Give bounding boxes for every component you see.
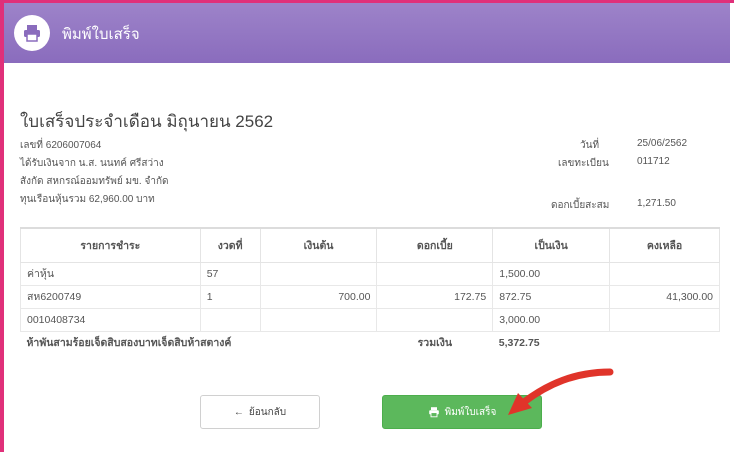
receipt-title: ใบเสร็จประจำเดือน มิถุนายน 2562 bbox=[20, 112, 274, 131]
total-shares: ทุนเรือนหุ้นรวม 62,960.00 บาท bbox=[20, 194, 155, 205]
member-number-value: 011712 bbox=[637, 156, 670, 167]
table-cell bbox=[376, 261, 494, 286]
total-label: รวมเงิน bbox=[376, 330, 493, 354]
table-cell bbox=[259, 307, 378, 332]
table-cell: 57 bbox=[199, 261, 261, 286]
member-number-label: เลขทะเบียน bbox=[558, 158, 609, 169]
arrow-left-icon: ← bbox=[233, 406, 244, 418]
date-label: วันที่ bbox=[580, 140, 600, 151]
table-cell: 1 bbox=[199, 284, 261, 309]
back-button[interactable]: ← ย้อนกลับ bbox=[200, 395, 320, 429]
table-cell: 1,500.00 bbox=[492, 261, 611, 286]
page-title: พิมพ์ใบเสร็จ bbox=[62, 25, 140, 43]
printer-icon bbox=[428, 407, 439, 418]
column-header: คงเหลือ bbox=[609, 227, 720, 263]
table-row: 0010408734 3,000.00 bbox=[20, 307, 720, 332]
table-cell: 872.75 bbox=[492, 284, 611, 309]
table-header-row: รายการชำระ งวดที่ เงินต้น ดอกเบี้ย เป็นเ… bbox=[20, 227, 720, 263]
back-button-label: ย้อนกลับ bbox=[248, 406, 287, 418]
column-header: ดอกเบี้ย bbox=[376, 227, 494, 263]
table-cell bbox=[609, 330, 720, 354]
table-cell bbox=[259, 261, 378, 286]
page-header: พิมพ์ใบเสร็จ bbox=[4, 3, 730, 63]
table-row: สห6200749 1 700.00 172.75 872.75 41,300.… bbox=[20, 284, 720, 309]
table-cell bbox=[376, 307, 494, 332]
table-cell bbox=[609, 307, 720, 332]
column-header: เงินต้น bbox=[259, 227, 378, 263]
column-header: งวดที่ bbox=[199, 227, 261, 263]
table-cell: 3,000.00 bbox=[492, 307, 611, 332]
table-cell: สห6200749 bbox=[20, 284, 201, 309]
accumulated-interest-value: 1,271.50 bbox=[637, 198, 676, 209]
table-cell: 0010408734 bbox=[20, 307, 201, 332]
printer-icon bbox=[14, 15, 50, 51]
payment-table: รายการชำระ งวดที่ เงินต้น ดอกเบี้ย เป็นเ… bbox=[20, 227, 720, 354]
table-cell: 172.75 bbox=[376, 284, 494, 309]
table-cell bbox=[199, 307, 261, 332]
accumulated-interest-label: ดอกเบี้ยสะสม bbox=[551, 200, 610, 211]
affiliation: สังกัด สหกรณ์ออมทรัพย์ มข. จำกัด bbox=[20, 176, 169, 187]
table-cell: ค่าหุ้น bbox=[20, 261, 201, 286]
print-receipt-button[interactable]: พิมพ์ใบเสร็จ bbox=[382, 395, 542, 429]
received-from: ได้รับเงินจาก น.ส. นนทค์ ศรีสว่าง bbox=[20, 158, 164, 169]
print-button-label: พิมพ์ใบเสร็จ bbox=[444, 406, 497, 418]
receipt-number: เลขที่ 6206007064 bbox=[20, 140, 102, 151]
table-cell: 41,300.00 bbox=[609, 284, 720, 309]
total-row: ห้าพันสามร้อยเจ็ดสิบสองบาทเจ็ดสิบห้าสตาง… bbox=[20, 330, 720, 354]
table-row: ค่าหุ้น 57 1,500.00 bbox=[20, 261, 720, 286]
table-cell: 700.00 bbox=[259, 284, 378, 309]
column-header: รายการชำระ bbox=[20, 227, 201, 263]
date-value: 25/06/2562 bbox=[637, 138, 688, 149]
receipt-panel: ใบเสร็จประจำเดือน มิถุนายน 2562 เลขที่ 6… bbox=[4, 63, 730, 452]
total-amount-in-words: ห้าพันสามร้อยเจ็ดสิบสองบาทเจ็ดสิบห้าสตาง… bbox=[20, 330, 377, 354]
total-value: 5,372.75 bbox=[492, 330, 610, 354]
column-header: เป็นเงิน bbox=[492, 227, 611, 263]
table-cell bbox=[609, 261, 720, 286]
